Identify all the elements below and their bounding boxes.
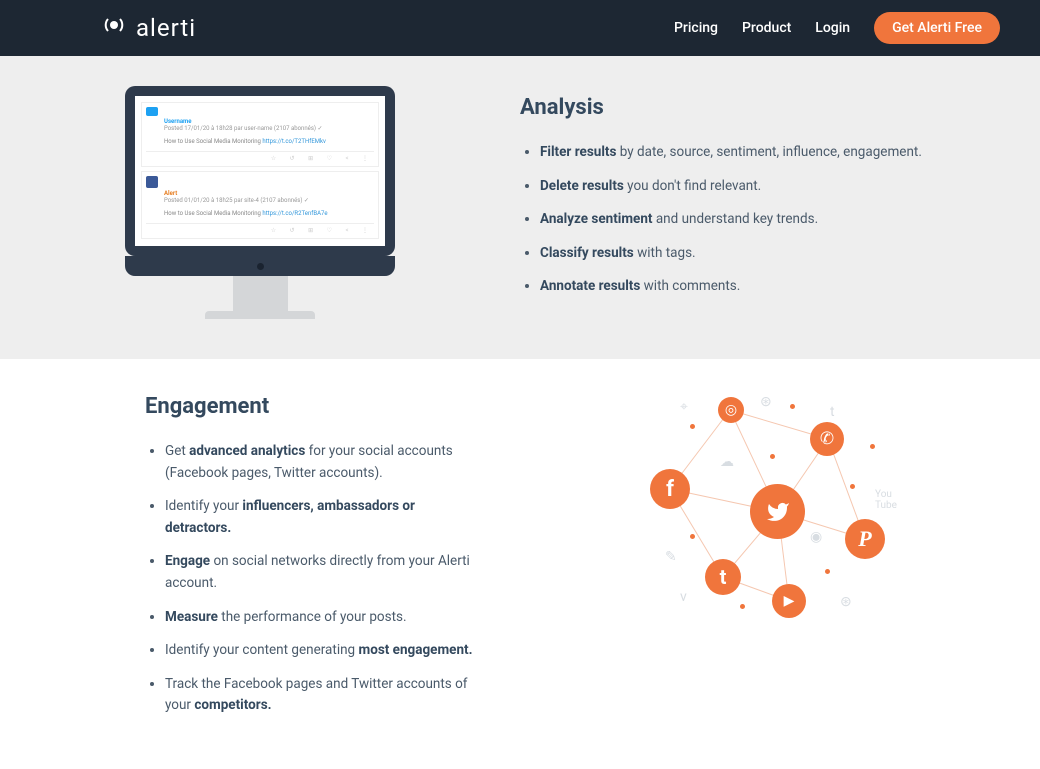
- list-item: Analyze sentiment and understand key tre…: [540, 209, 940, 231]
- instagram-icon: ◎: [718, 397, 744, 423]
- list-item: Annotate results with comments.: [540, 276, 940, 298]
- list-item: Identify your influencers, ambassadors o…: [165, 496, 480, 539]
- feed-link: https://t.co/T2THfEMkv: [262, 138, 326, 145]
- dribbble-bg-icon: ⊛: [840, 594, 852, 610]
- engagement-illustration: f ◎ ✆ P ▶ t ⌖ ⊛ t ☁ YouTube ✎ v ⊛ ◉: [520, 394, 1040, 624]
- list-item: Measure the performance of your posts.: [165, 607, 480, 629]
- brand-name: alerti: [136, 14, 196, 42]
- list-item: Delete results you don't find relevant.: [540, 176, 940, 198]
- list-item: Classify results with tags.: [540, 243, 940, 265]
- monitor-graphic: Username Posted 17/01/20 à 18h28 par use…: [125, 86, 395, 319]
- analysis-list: Filter results by date, source, sentimen…: [520, 142, 940, 298]
- feed-actions: ☆ ↺ ⊞ ♡ < ⋮: [146, 223, 374, 234]
- feed-meta: Posted 01/01/20 à 18h25 par site-4 (2107…: [164, 197, 374, 204]
- main-nav: Pricing Product Login Get Alerti Free: [674, 12, 1000, 44]
- facebook-icon: [146, 176, 158, 188]
- feed-title: Username: [164, 118, 374, 125]
- engagement-content: Engagement Get advanced analytics for yo…: [0, 394, 520, 729]
- list-item: Track the Facebook pages and Twitter acc…: [165, 674, 480, 717]
- rss-icon: ⌖: [680, 399, 688, 415]
- get-alerti-free-button[interactable]: Get Alerti Free: [874, 12, 1000, 44]
- list-item: Filter results by date, source, sentimen…: [540, 142, 940, 164]
- android-icon: ◉: [810, 529, 822, 545]
- facebook-icon: f: [650, 469, 690, 509]
- vimeo-icon: v: [680, 589, 687, 605]
- social-network-graphic: f ◎ ✆ P ▶ t ⌖ ⊛ t ☁ YouTube ✎ v ⊛ ◉: [650, 394, 910, 624]
- analysis-illustration: Username Posted 17/01/20 à 18h28 par use…: [0, 86, 520, 319]
- feed-link: https://t.co/R2TenfBA7e: [262, 210, 327, 217]
- site-header: alerti Pricing Product Login Get Alerti …: [0, 0, 1040, 56]
- dribbble-icon: ⊛: [760, 394, 772, 410]
- list-item: Identify your content generating most en…: [165, 640, 480, 662]
- feed-item: Username Posted 17/01/20 à 18h28 par use…: [141, 102, 379, 167]
- feed-actions: ☆ ↺ ⊞ ♡ < ⋮: [146, 151, 374, 162]
- twitter-icon: [146, 107, 158, 116]
- whatsapp-icon: ✆: [810, 422, 844, 456]
- nav-login[interactable]: Login: [815, 20, 850, 36]
- nav-pricing[interactable]: Pricing: [674, 20, 718, 36]
- feed-meta: Posted 17/01/20 à 18h28 par user-name (2…: [164, 125, 374, 132]
- list-item: Get advanced analytics for your social a…: [165, 441, 480, 484]
- engagement-section: Engagement Get advanced analytics for yo…: [0, 359, 1040, 769]
- engagement-list: Get advanced analytics for your social a…: [145, 441, 480, 717]
- feed-item: Alert Posted 01/01/20 à 18h25 par site-4…: [141, 171, 379, 239]
- tumblr-bg-icon: t: [830, 404, 835, 420]
- pin-bg-icon: ✎: [665, 549, 677, 565]
- tumblr-icon: t: [705, 559, 741, 595]
- feed-title: Alert: [164, 190, 374, 197]
- analysis-section: Username Posted 17/01/20 à 18h28 par use…: [0, 56, 1040, 359]
- youtube-icon: ▶: [772, 584, 806, 618]
- twitter-icon: [750, 484, 805, 539]
- pinterest-icon: P: [845, 519, 885, 559]
- nav-product[interactable]: Product: [742, 20, 791, 36]
- feed-text: How to Use Social Media Monitoring: [164, 210, 262, 217]
- alerti-logo-icon: [100, 11, 128, 45]
- engagement-heading: Engagement: [145, 394, 480, 419]
- analysis-content: Analysis Filter results by date, source,…: [520, 95, 1040, 310]
- list-item: Engage on social networks directly from …: [165, 551, 480, 594]
- cloud-icon: ☁: [720, 454, 734, 470]
- analysis-heading: Analysis: [520, 95, 940, 120]
- brand-logo[interactable]: alerti: [100, 11, 196, 45]
- feed-text: How to Use Social Media Monitoring: [164, 138, 262, 145]
- youtube-text-icon: YouTube: [875, 489, 897, 511]
